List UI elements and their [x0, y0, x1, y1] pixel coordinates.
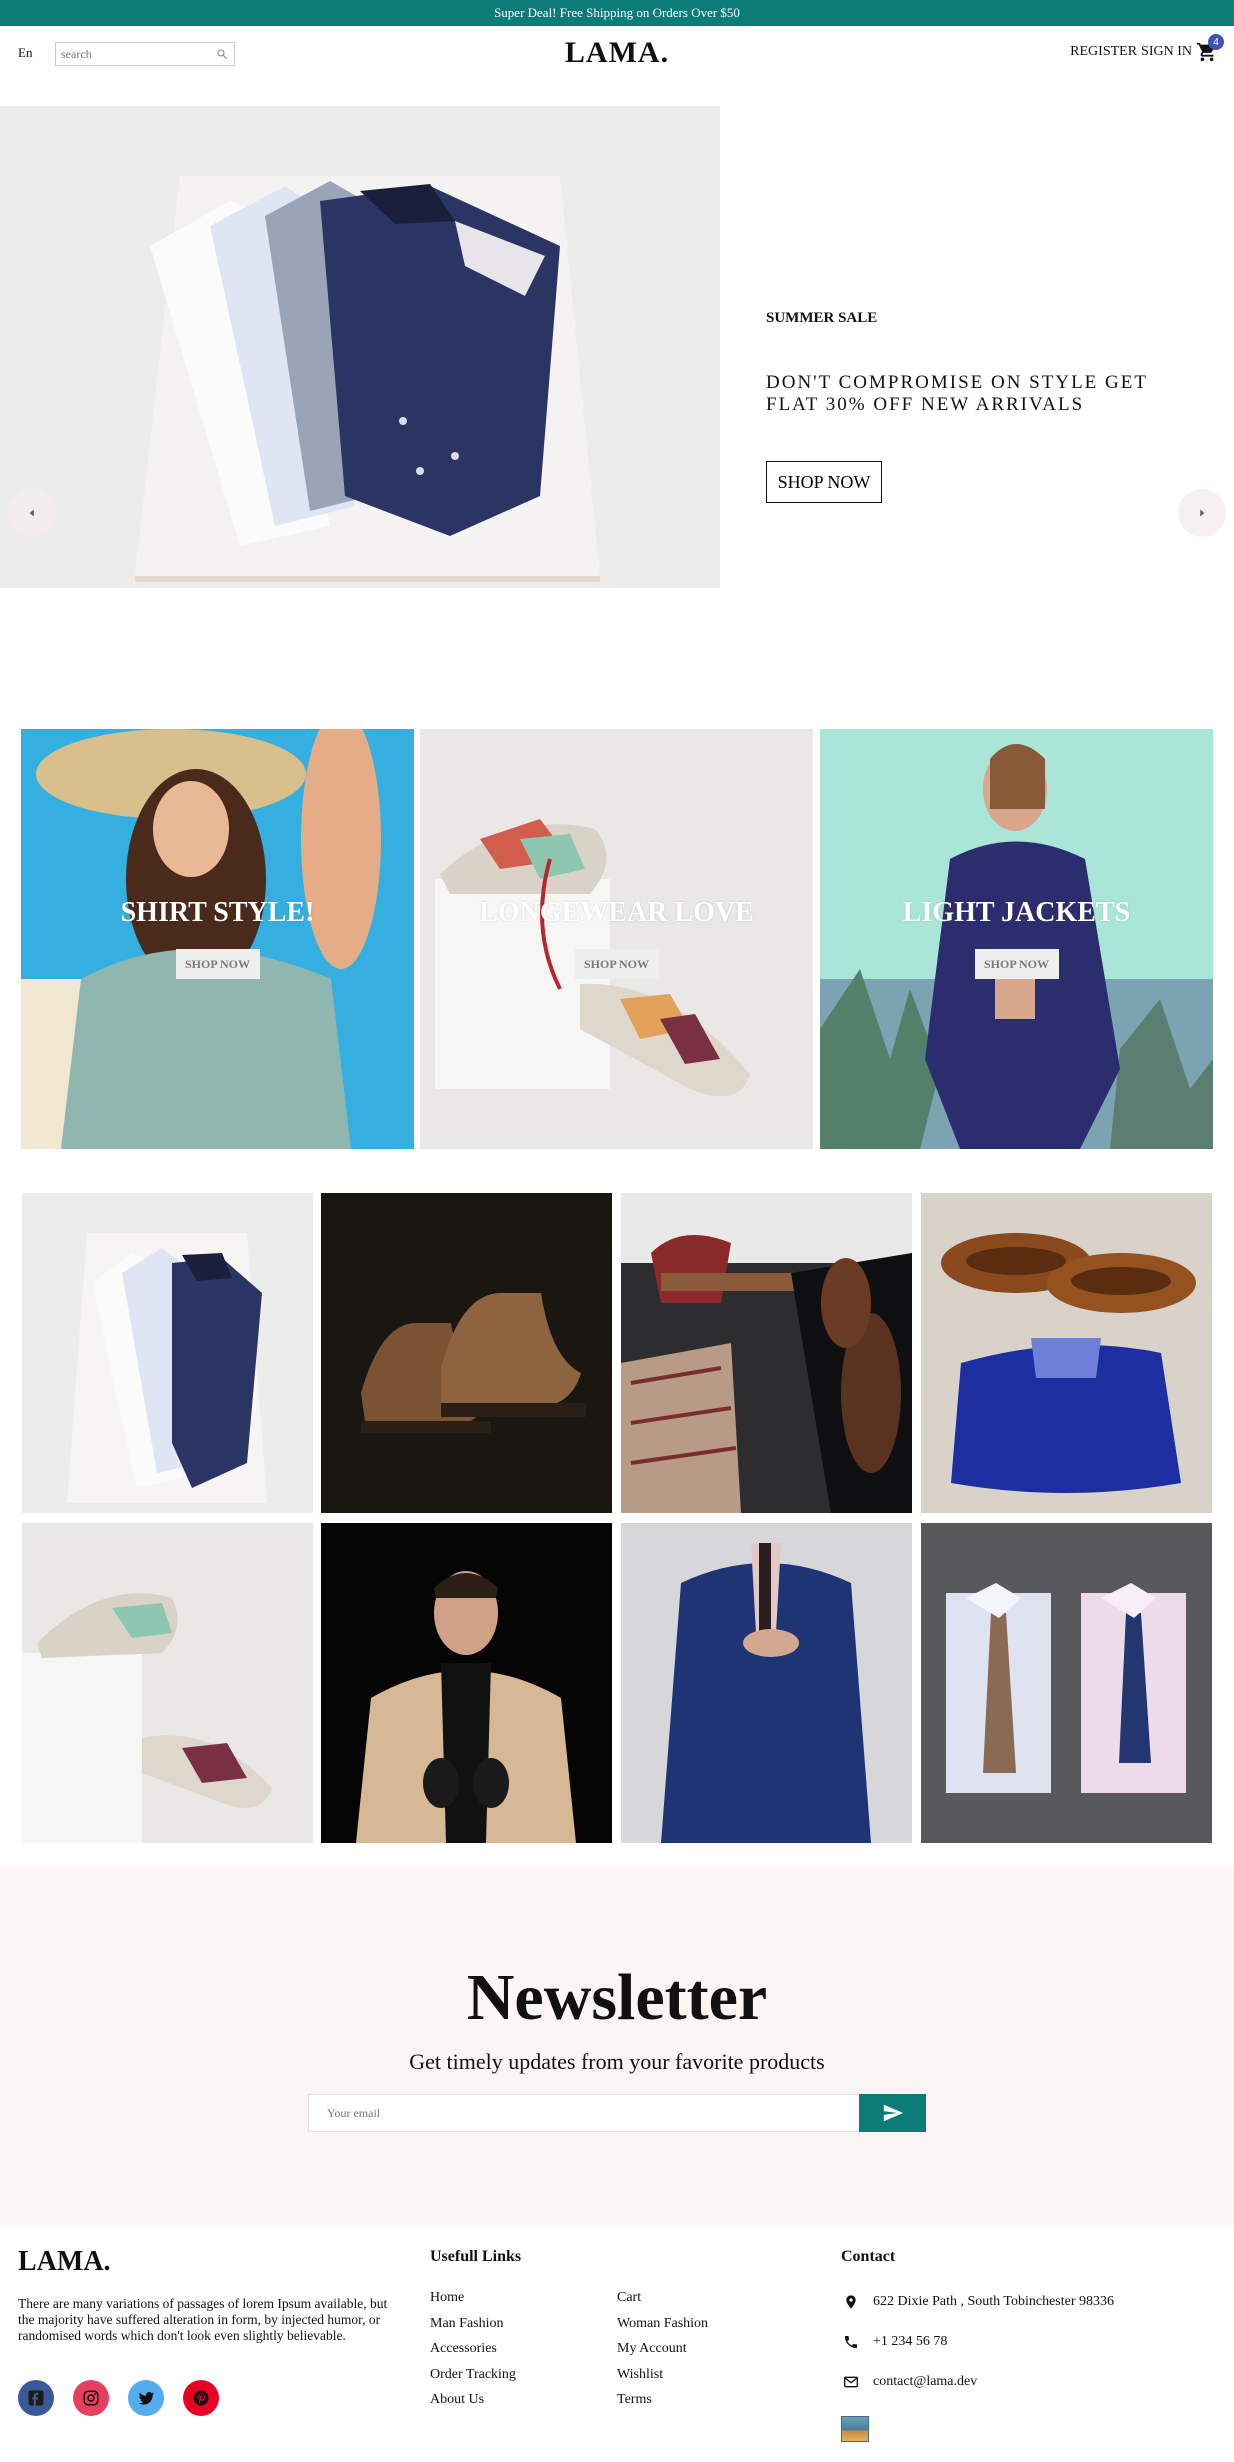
newsletter-title: Newsletter: [466, 1961, 768, 2034]
category-title: LIGHT JACKETS: [902, 897, 1131, 928]
footer: LAMA. There are many variations of passa…: [0, 2226, 1234, 2462]
category-shop-now-button[interactable]: SHOP NOW: [974, 949, 1059, 979]
newsletter-email-input[interactable]: [309, 2095, 859, 2131]
category-card-longewear-love[interactable]: LONGEWEAR LOVE SHOP NOW: [420, 729, 813, 1149]
instagram-link[interactable]: [73, 2380, 109, 2416]
category-card-light-jackets[interactable]: LIGHT JACKETS SHOP NOW: [820, 729, 1213, 1149]
facebook-icon: [28, 2390, 44, 2406]
footer-link-accessories[interactable]: Accessories: [430, 2341, 497, 2357]
navbar: En LAMA. REGISTER SIGN IN 4: [0, 26, 1234, 80]
contact-email-text[interactable]: contact@lama.dev: [873, 2374, 977, 2390]
footer-link-about-us[interactable]: About Us: [430, 2392, 484, 2408]
categories: SHIRT STYLE! SHOP NOW LONGEWEAR LOVE SHO…: [21, 729, 1213, 1149]
payment-methods-image: [841, 2416, 869, 2442]
category-card-shirt-style[interactable]: SHIRT STYLE! SHOP NOW: [21, 729, 414, 1149]
cart-count-badge: 4: [1208, 34, 1224, 50]
announcement-text: Super Deal! Free Shipping on Orders Over…: [494, 5, 740, 20]
register-link[interactable]: REGISTER: [1070, 44, 1137, 60]
newsletter-subtitle: Get timely updates from your favorite pr…: [409, 2049, 825, 2074]
search-icon[interactable]: [216, 48, 228, 60]
newsletter-section: Newsletter Get timely updates from your …: [0, 1866, 1234, 2226]
useful-links-title: Usefull Links: [430, 2248, 522, 2265]
twitter-link[interactable]: [128, 2380, 164, 2416]
slider-prev-button[interactable]: [8, 489, 56, 537]
product-card-sneakers[interactable]: [22, 1523, 313, 1843]
product-card-shirts-ties[interactable]: [921, 1523, 1212, 1843]
footer-link-terms[interactable]: Terms: [617, 2392, 652, 2408]
shop-now-button[interactable]: SHOP NOW: [766, 461, 882, 503]
phone-icon: [841, 2332, 861, 2352]
mail-icon: [841, 2372, 861, 2392]
category-title: LONGEWEAR LOVE: [479, 897, 754, 928]
social-links: [18, 2380, 219, 2416]
twitter-icon: [138, 2392, 155, 2405]
product-card-shirts[interactable]: [22, 1193, 313, 1513]
signin-link[interactable]: SIGN IN: [1141, 44, 1192, 60]
instagram-icon: [83, 2390, 99, 2406]
contact-address: 622 Dixie Path , South Tobinchester 9833…: [841, 2292, 1114, 2312]
contact-phone-text: +1 234 56 78: [873, 2334, 948, 2349]
contact-email: contact@lama.dev: [841, 2372, 977, 2392]
footer-link-man-fashion[interactable]: Man Fashion: [430, 2316, 504, 2332]
footer-link-cart[interactable]: Cart: [617, 2290, 641, 2306]
send-icon: [883, 2104, 903, 2122]
newsletter-form: [308, 2094, 926, 2132]
slider-next-button[interactable]: [1178, 489, 1226, 537]
location-pin-icon: [841, 2292, 861, 2312]
category-shop-now-button[interactable]: SHOP NOW: [574, 949, 659, 979]
slide-image-shirts: [0, 106, 720, 588]
slide-description: DON'T COMPROMISE ON STYLE GET FLAT 30% O…: [766, 372, 1148, 415]
contact-address-text: 622 Dixie Path , South Tobinchester 9833…: [873, 2294, 1115, 2309]
arrow-right-icon: [1200, 509, 1205, 517]
contact-phone: +1 234 56 78: [841, 2332, 947, 2352]
footer-description: There are many variations of passages of…: [18, 2296, 388, 2343]
footer-link-order-tracking[interactable]: Order Tracking: [430, 2367, 516, 2383]
product-card-boots[interactable]: [321, 1193, 612, 1513]
language-selector[interactable]: En: [18, 45, 32, 61]
footer-link-my-account[interactable]: My Account: [617, 2341, 687, 2357]
product-card-suit[interactable]: [621, 1523, 912, 1843]
pinterest-icon: [193, 2390, 209, 2406]
newsletter-send-button[interactable]: [859, 2094, 926, 2132]
slide-title: SUMMER SALE: [766, 310, 878, 326]
hero-slider: SUMMER SALE DON'T COMPROMISE ON STYLE GE…: [0, 106, 1234, 588]
footer-link-woman-fashion[interactable]: Woman Fashion: [617, 2316, 708, 2332]
footer-link-wishlist[interactable]: Wishlist: [617, 2367, 663, 2383]
product-card-loafers[interactable]: [921, 1193, 1212, 1513]
announcement-bar: Super Deal! Free Shipping on Orders Over…: [0, 0, 1234, 26]
product-card-coat[interactable]: [321, 1523, 612, 1843]
category-shop-now-button[interactable]: SHOP NOW: [175, 949, 260, 979]
category-title: SHIRT STYLE!: [120, 897, 315, 928]
contact-title: Contact: [841, 2248, 896, 2265]
pinterest-link[interactable]: [183, 2380, 219, 2416]
facebook-link[interactable]: [18, 2380, 54, 2416]
footer-logo[interactable]: LAMA.: [18, 2246, 111, 2278]
search-input[interactable]: [56, 44, 206, 64]
search-box: [55, 42, 235, 66]
footer-link-home[interactable]: Home: [430, 2290, 464, 2306]
arrow-left-icon: [29, 509, 34, 517]
logo[interactable]: LAMA.: [565, 36, 669, 69]
nav-links: REGISTER SIGN IN: [1070, 44, 1192, 60]
product-card-wardrobe[interactable]: [621, 1193, 912, 1513]
